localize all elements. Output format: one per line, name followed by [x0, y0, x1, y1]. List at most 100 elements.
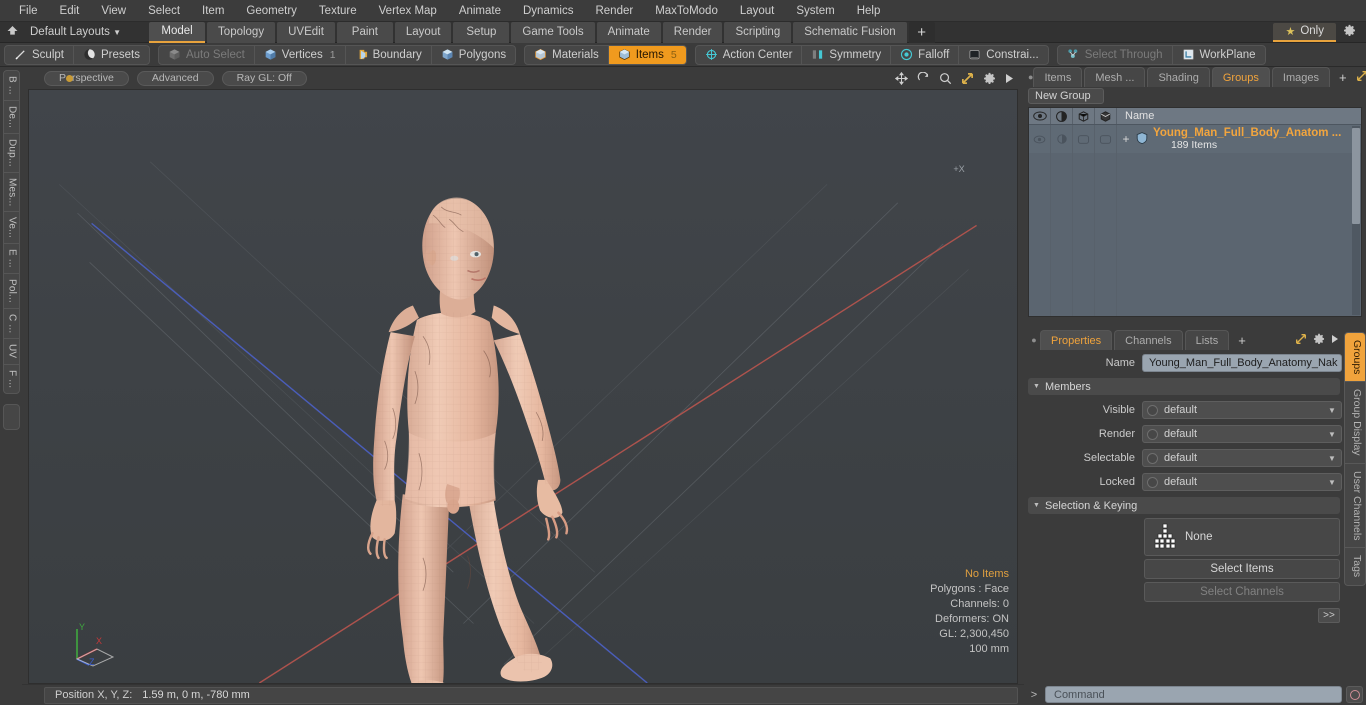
only-button[interactable]: ★ Only	[1273, 22, 1336, 42]
falloff-button[interactable]: Falloff	[891, 45, 960, 64]
workplane-button[interactable]: WorkPlane	[1173, 46, 1265, 64]
play-icon[interactable]	[1005, 73, 1014, 84]
menu-item-geometry[interactable]: Geometry	[235, 0, 308, 22]
home-icon[interactable]	[0, 25, 24, 39]
add-tab-button[interactable]: +	[908, 21, 935, 43]
new-group-button[interactable]: New Group	[1028, 88, 1104, 104]
menu-item-render[interactable]: Render	[584, 0, 644, 22]
zoom-icon[interactable]	[939, 72, 952, 85]
side-tab-groups[interactable]: Groups	[1345, 333, 1365, 383]
menu-item-select[interactable]: Select	[137, 0, 191, 22]
tab-lists[interactable]: Lists	[1184, 330, 1230, 350]
tab-groups[interactable]: Groups	[1211, 67, 1270, 87]
selection-icon[interactable]	[1095, 108, 1117, 124]
expand-icon[interactable]	[1295, 333, 1307, 348]
side-tab-tags[interactable]: Tags	[1345, 548, 1365, 584]
tab-items[interactable]: Items	[1033, 67, 1083, 87]
tab-game-tools[interactable]: Game Tools	[511, 21, 595, 43]
left-tab-deform[interactable]: De...	[3, 101, 19, 134]
view-mode-button[interactable]: Perspective	[44, 70, 129, 86]
add-panel-tab-button[interactable]: +	[1332, 67, 1354, 87]
materials-button[interactable]: Materials	[525, 45, 609, 64]
left-tab-vertex[interactable]: Ve...	[3, 212, 19, 245]
left-tab-curve[interactable]: C ...	[3, 309, 19, 340]
visible-radio[interactable]	[1147, 404, 1158, 416]
raygl-button[interactable]: Ray GL: Off	[221, 70, 307, 86]
menu-item-item[interactable]: Item	[191, 0, 235, 22]
group-list-scroll-thumb[interactable]	[1352, 128, 1360, 224]
command-input[interactable]: Command	[1045, 686, 1342, 703]
expand-row-icon[interactable]: +	[1121, 132, 1131, 146]
group-list[interactable]: Name + Young_Man_Full_Body_Anatom ... 18…	[1028, 107, 1362, 317]
chevron-right-icon[interactable]	[1331, 334, 1339, 347]
selectable-dropdown[interactable]: default ▼	[1142, 449, 1342, 467]
tab-setup[interactable]: Setup	[453, 21, 510, 43]
render-radio[interactable]	[1147, 428, 1158, 440]
viewport-menu-dot-icon[interactable]	[66, 74, 73, 82]
select-items-button[interactable]: Select Items	[1144, 559, 1340, 579]
locked-radio[interactable]	[1147, 476, 1158, 488]
auto-select-button[interactable]: Auto Select	[159, 45, 255, 64]
render-dropdown[interactable]: default ▼	[1142, 425, 1342, 443]
menu-item-edit[interactable]: Edit	[49, 0, 91, 22]
tab-render[interactable]: Render	[662, 21, 723, 43]
left-tab-edge[interactable]: E ...	[3, 244, 19, 275]
members-section-header[interactable]: ▼ Members	[1028, 378, 1340, 395]
polygons-button[interactable]: Polygons	[432, 46, 515, 64]
action-center-button[interactable]: Action Center	[696, 45, 803, 64]
tab-channels[interactable]: Channels	[1114, 330, 1183, 350]
select-channels-button[interactable]: Select Channels	[1144, 582, 1340, 602]
row-name-cell[interactable]: + Young_Man_Full_Body_Anatom ... 189 Ite…	[1117, 125, 1361, 153]
row-wireframe-toggle[interactable]	[1073, 125, 1095, 153]
position-readout[interactable]: Position X, Y, Z: 1.59 m, 0 m, -780 mm	[44, 686, 1018, 704]
left-tab-mesh[interactable]: Mes...	[3, 173, 19, 213]
row-shading-toggle[interactable]	[1051, 125, 1073, 153]
side-tab-group-display[interactable]: Group Display	[1345, 382, 1365, 464]
tab-paint[interactable]: Paint	[336, 21, 393, 43]
gear-icon[interactable]	[1313, 333, 1325, 348]
left-tab-uv[interactable]: UV	[3, 339, 19, 365]
tab-animate[interactable]: Animate	[596, 21, 661, 43]
move-icon[interactable]	[895, 71, 908, 85]
gear-icon[interactable]	[983, 72, 996, 85]
menu-item-maxtomodo[interactable]: MaxToModo	[644, 0, 729, 22]
tab-shading[interactable]: Shading	[1147, 67, 1210, 87]
left-tab-basic[interactable]: B ...	[3, 71, 19, 101]
record-icon[interactable]	[1346, 686, 1363, 703]
menu-item-view[interactable]: View	[90, 0, 137, 22]
menu-item-file[interactable]: File	[8, 0, 49, 22]
name-input[interactable]: Young_Man_Full_Body_Anatomy_Nak	[1142, 354, 1342, 372]
menu-item-layout[interactable]: Layout	[729, 0, 786, 22]
tab-properties[interactable]: Properties	[1040, 330, 1113, 350]
wireframe-icon[interactable]	[1073, 108, 1095, 124]
gear-icon[interactable]	[1336, 24, 1362, 40]
left-tab-duplicate[interactable]: Dup...	[3, 134, 19, 173]
menu-item-help[interactable]: Help	[846, 0, 892, 22]
shading-mode-button[interactable]: Advanced	[136, 70, 214, 86]
menu-item-texture[interactable]: Texture	[308, 0, 368, 22]
items-button[interactable]: Items 5	[608, 45, 686, 64]
more-options-button[interactable]: >>	[1318, 608, 1340, 623]
row-eye-toggle[interactable]	[1029, 125, 1051, 153]
left-tab-polygon[interactable]: Pol...	[3, 274, 19, 310]
left-tab-extra[interactable]	[2, 403, 20, 430]
select-through-button[interactable]: Select Through	[1058, 45, 1173, 64]
tab-mesh-ops[interactable]: Mesh ...	[1084, 67, 1146, 87]
properties-menu-dot-icon[interactable]: ●	[1028, 330, 1040, 350]
selectable-radio[interactable]	[1147, 452, 1158, 464]
tab-uvedit[interactable]: UVEdit	[277, 21, 335, 43]
tab-scripting[interactable]: Scripting	[724, 21, 792, 43]
group-list-empty-area[interactable]	[1029, 153, 1361, 316]
menu-item-vertex-map[interactable]: Vertex Map	[368, 0, 448, 22]
tab-layout[interactable]: Layout	[394, 21, 452, 43]
side-tab-user-channels[interactable]: User Channels	[1345, 464, 1365, 549]
boundary-button[interactable]: Boundary	[346, 45, 432, 64]
sculpt-button[interactable]: Sculpt	[5, 45, 74, 64]
expand-icon[interactable]	[1356, 70, 1366, 85]
selection-keying-section-header[interactable]: ▼ Selection & Keying	[1028, 497, 1340, 514]
symmetry-button[interactable]: Symmetry	[802, 45, 892, 64]
fit-icon[interactable]	[961, 72, 974, 85]
tab-topology[interactable]: Topology	[207, 21, 276, 43]
left-tab-fusion[interactable]: F ...	[4, 365, 19, 393]
visible-dropdown[interactable]: default ▼	[1142, 401, 1342, 419]
